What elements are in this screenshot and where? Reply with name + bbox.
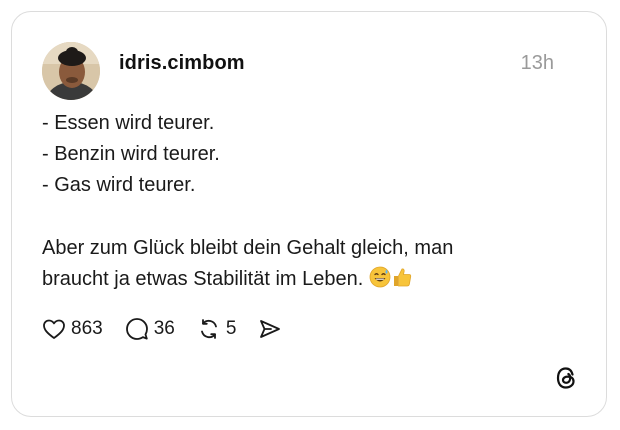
reply-button[interactable]: 36 bbox=[125, 317, 175, 341]
repost-icon bbox=[197, 317, 221, 341]
post-line: - Gas wird teurer. bbox=[42, 174, 196, 197]
post-line: - Benzin wird teurer. bbox=[42, 143, 220, 166]
grinning-sweat-emoji bbox=[369, 266, 391, 298]
thumbs-up-emoji bbox=[391, 266, 413, 298]
post-card[interactable]: idris.cimbom 13h - Essen wird teurer. - … bbox=[11, 11, 607, 417]
post-line: Aber zum Glück bleibt dein Gehalt gleich… bbox=[42, 236, 454, 259]
post-line: braucht ja etwas Stabilität im Leben. bbox=[42, 268, 364, 290]
share-icon bbox=[258, 318, 282, 340]
post-line-last: braucht ja etwas Stabilität im Leben. bbox=[42, 264, 572, 298]
repost-count: 5 bbox=[225, 318, 237, 339]
post-timestamp: 13h bbox=[520, 52, 554, 74]
repost-button[interactable]: 5 bbox=[197, 317, 237, 341]
threads-logo-icon[interactable] bbox=[553, 365, 579, 391]
post-actions: 863 36 5 bbox=[42, 315, 304, 343]
like-count: 863 bbox=[71, 318, 103, 339]
heart-icon bbox=[42, 318, 66, 340]
reply-count: 36 bbox=[153, 318, 175, 339]
comment-icon bbox=[125, 317, 149, 341]
post-text: - Essen wird teurer. - Benzin wird teure… bbox=[42, 108, 572, 298]
avatar[interactable] bbox=[42, 42, 100, 100]
share-button[interactable] bbox=[258, 318, 282, 340]
username[interactable]: idris.cimbom bbox=[119, 52, 245, 75]
post-line: - Essen wird teurer. bbox=[42, 112, 215, 134]
like-button[interactable]: 863 bbox=[42, 318, 103, 340]
post-line-break bbox=[42, 202, 572, 233]
